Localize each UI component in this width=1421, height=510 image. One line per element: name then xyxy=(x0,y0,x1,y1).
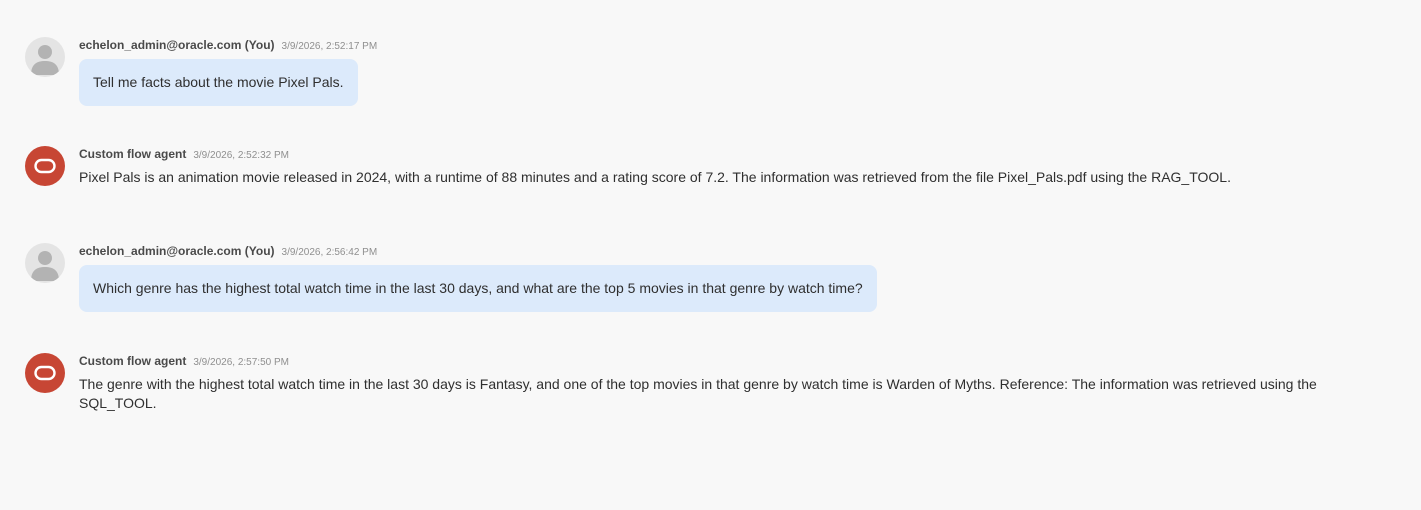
message-timestamp: 3/9/2026, 2:52:32 PM xyxy=(193,150,289,161)
oracle-logo-icon xyxy=(25,146,65,186)
message-header: echelon_admin@oracle.com (You) 3/9/2026, … xyxy=(79,37,377,53)
sender-name: echelon_admin@oracle.com (You) xyxy=(79,244,275,258)
sender-name: Custom flow agent xyxy=(79,354,187,368)
agent-message-text: The genre with the highest total watch t… xyxy=(79,376,1317,411)
message-timestamp: 3/9/2026, 2:52:17 PM xyxy=(281,41,378,52)
sender-name: Custom flow agent xyxy=(79,147,187,161)
user-message-bubble: Which genre has the highest total watch … xyxy=(79,265,877,312)
agent-message-text: Pixel Pals is an animation movie release… xyxy=(79,169,1231,185)
message-timestamp: 3/9/2026, 2:57:50 PM xyxy=(193,357,289,368)
message-header: echelon_admin@oracle.com (You) 3/9/2026, … xyxy=(79,243,377,259)
message-timestamp: 3/9/2026, 2:56:42 PM xyxy=(281,247,378,258)
user-message-bubble: Tell me facts about the movie Pixel Pals… xyxy=(79,59,358,106)
oracle-logo-icon xyxy=(25,353,65,393)
user-avatar-icon xyxy=(25,37,65,77)
message-header: Custom flow agent 3/9/2026, 2:52:32 PM xyxy=(79,146,289,162)
message-header: Custom flow agent 3/9/2026, 2:57:50 PM xyxy=(79,353,289,369)
user-avatar-icon xyxy=(25,243,65,283)
sender-name: echelon_admin@oracle.com (You) xyxy=(79,38,275,52)
